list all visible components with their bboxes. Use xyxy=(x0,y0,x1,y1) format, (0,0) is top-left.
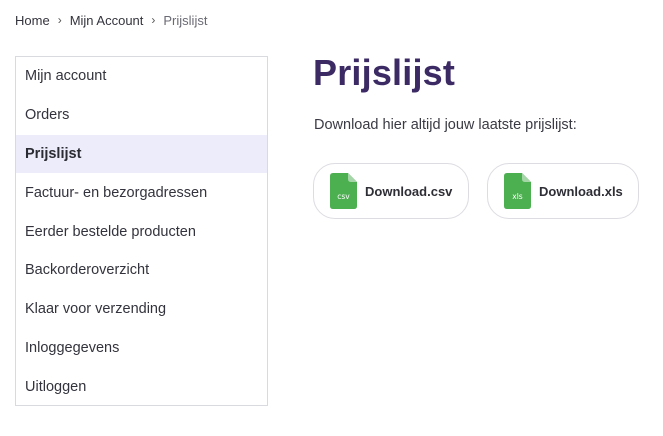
file-type-label: csv xyxy=(337,192,350,201)
sidebar-item-prijslijst[interactable]: Prijslijst xyxy=(16,134,267,174)
sidebar-item-mijn-account[interactable]: Mijn account xyxy=(16,57,267,96)
file-type-label: xls xyxy=(512,192,523,201)
sidebar-item-label: Inloggegevens xyxy=(25,339,120,356)
sidebar-item-label: Klaar voor verzending xyxy=(25,301,167,318)
sidebar-item-eerder-besteld[interactable]: Eerder bestelde producten xyxy=(16,212,267,251)
sidebar-item-label: Factuur- en bezorgadressen xyxy=(25,184,208,201)
download-csv-label: Download.csv xyxy=(365,183,453,199)
sidebar-item-klaar-voor-verzending[interactable]: Klaar voor verzending xyxy=(16,290,267,329)
chevron-right-icon: › xyxy=(57,13,62,27)
sidebar-item-label: Backorderoverzicht xyxy=(25,262,150,279)
account-sidebar: Mijn account Orders Prijslijst Factuur- … xyxy=(15,56,268,406)
sidebar-item-label: Mijn account xyxy=(25,68,107,85)
intro-text: Download hier altijd jouw laatste prijsl… xyxy=(314,117,577,133)
download-xls-button[interactable]: xls Download.xls xyxy=(487,163,639,219)
download-csv-button[interactable]: csv Download.csv xyxy=(313,163,469,219)
sidebar-item-label: Uitloggen xyxy=(25,378,87,395)
sidebar-item-label: Eerder bestelde producten xyxy=(25,223,196,240)
sidebar-item-orders[interactable]: Orders xyxy=(16,96,267,135)
page-title: Prijslijst xyxy=(313,52,456,93)
sidebar-item-uitloggen[interactable]: Uitloggen xyxy=(16,367,267,406)
breadcrumb: Home › Mijn Account › Prijslijst xyxy=(15,11,207,29)
breadcrumb-current: Prijslijst xyxy=(163,12,208,28)
sidebar-item-adressen[interactable]: Factuur- en bezorgadressen xyxy=(16,173,267,212)
sidebar-item-backorders[interactable]: Backorderoverzicht xyxy=(16,251,267,290)
sidebar-item-label: Prijslijst xyxy=(25,145,82,162)
xls-file-icon: xls xyxy=(504,173,531,209)
download-xls-label: Download.xls xyxy=(539,183,623,199)
sidebar-item-label: Orders xyxy=(25,107,70,124)
sidebar-item-inloggegevens[interactable]: Inloggegevens xyxy=(16,329,267,368)
breadcrumb-home[interactable]: Home xyxy=(15,13,50,28)
chevron-right-icon: › xyxy=(151,13,156,27)
csv-file-icon: csv xyxy=(330,173,357,209)
breadcrumb-mijn-account[interactable]: Mijn Account xyxy=(70,13,144,28)
